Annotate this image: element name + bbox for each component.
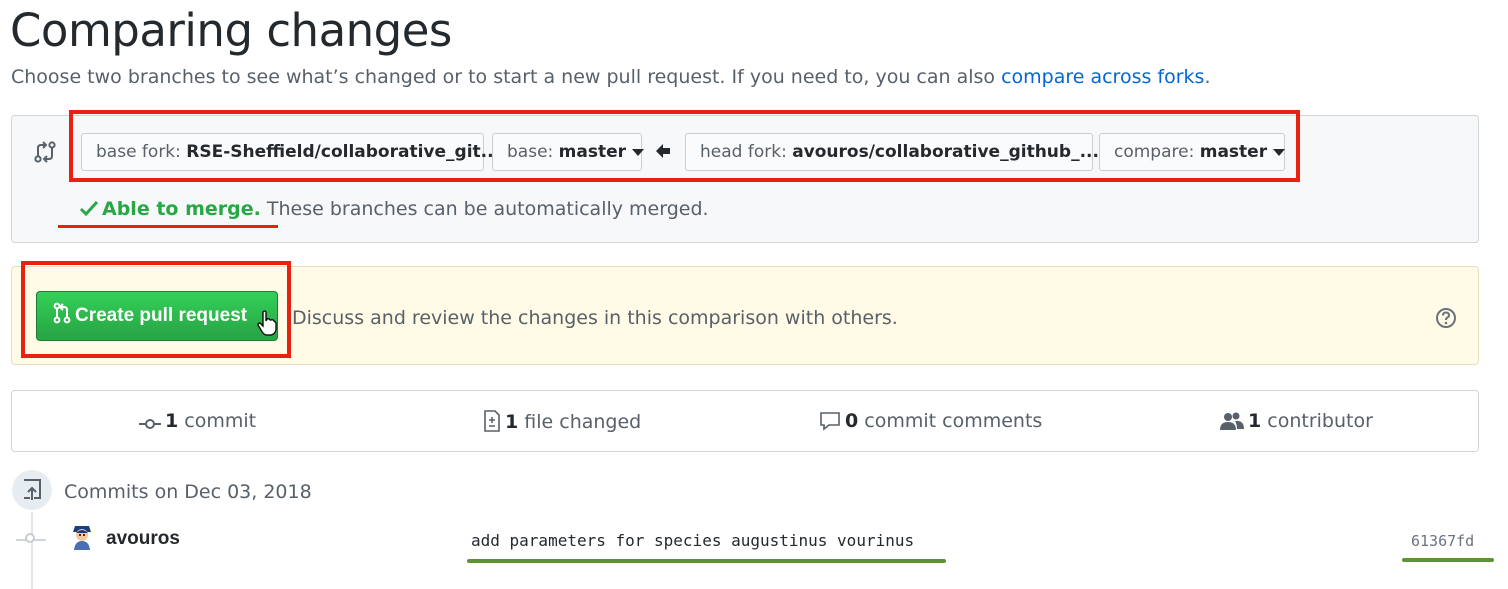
files-label: file changed xyxy=(524,411,642,433)
annotation-underline-merge xyxy=(58,225,278,228)
question-icon[interactable] xyxy=(1435,307,1457,329)
commits-count: 1 xyxy=(165,410,179,432)
git-compare-icon xyxy=(34,141,56,163)
merge-status-label: Able to merge. xyxy=(102,198,261,220)
merge-status: Able to merge. These branches can be aut… xyxy=(80,198,709,220)
page-subtitle: Choose two branches to see what’s change… xyxy=(11,66,1211,88)
contributors-label: contributor xyxy=(1267,410,1373,432)
timeline-line xyxy=(31,512,33,589)
annotation-underline-message xyxy=(467,559,946,563)
people-icon xyxy=(1220,412,1244,430)
comments-label: commit comments xyxy=(864,410,1043,432)
commit-sha[interactable]: 61367fd xyxy=(1411,532,1474,550)
contributors-stat[interactable]: 1 contributor xyxy=(1220,410,1373,432)
commits-group-badge xyxy=(12,470,52,510)
commits-label: commit xyxy=(184,410,257,432)
commits-stat[interactable]: 1 commit xyxy=(139,410,256,432)
files-changed-stat[interactable]: 1 file changed xyxy=(483,410,641,433)
avatar[interactable] xyxy=(69,522,95,550)
comment-icon xyxy=(820,412,840,431)
annotation-underline-sha xyxy=(1402,558,1494,562)
commit-dot xyxy=(25,533,35,543)
contributors-count: 1 xyxy=(1248,410,1262,432)
check-icon xyxy=(80,200,98,216)
file-diff-icon xyxy=(484,410,500,432)
files-count: 1 xyxy=(505,411,519,433)
annotation-box-create-pr xyxy=(21,261,291,358)
repo-push-icon xyxy=(24,479,41,500)
page-title: Comparing changes xyxy=(10,4,452,57)
comments-count: 0 xyxy=(845,410,859,432)
commits-date-heading: Commits on Dec 03, 2018 xyxy=(64,481,312,503)
commit-comments-stat[interactable]: 0 commit comments xyxy=(819,410,1042,432)
commit-icon xyxy=(139,419,161,429)
merge-status-message: These branches can be automatically merg… xyxy=(266,198,709,220)
commit-author[interactable]: avouros xyxy=(106,528,180,550)
commit-message[interactable]: add parameters for species augustinus vo… xyxy=(471,531,914,550)
create-pr-description: Discuss and review the changes in this c… xyxy=(292,307,898,329)
comparison-summary: 1 commit 1 file changed 0 commit comment… xyxy=(11,390,1479,452)
subtitle-text: Choose two branches to see what’s change… xyxy=(11,66,1002,88)
subtitle-end: . xyxy=(1204,66,1211,88)
compare-across-forks-link[interactable]: compare across forks xyxy=(1001,66,1204,88)
annotation-box-selectors xyxy=(69,110,1300,182)
